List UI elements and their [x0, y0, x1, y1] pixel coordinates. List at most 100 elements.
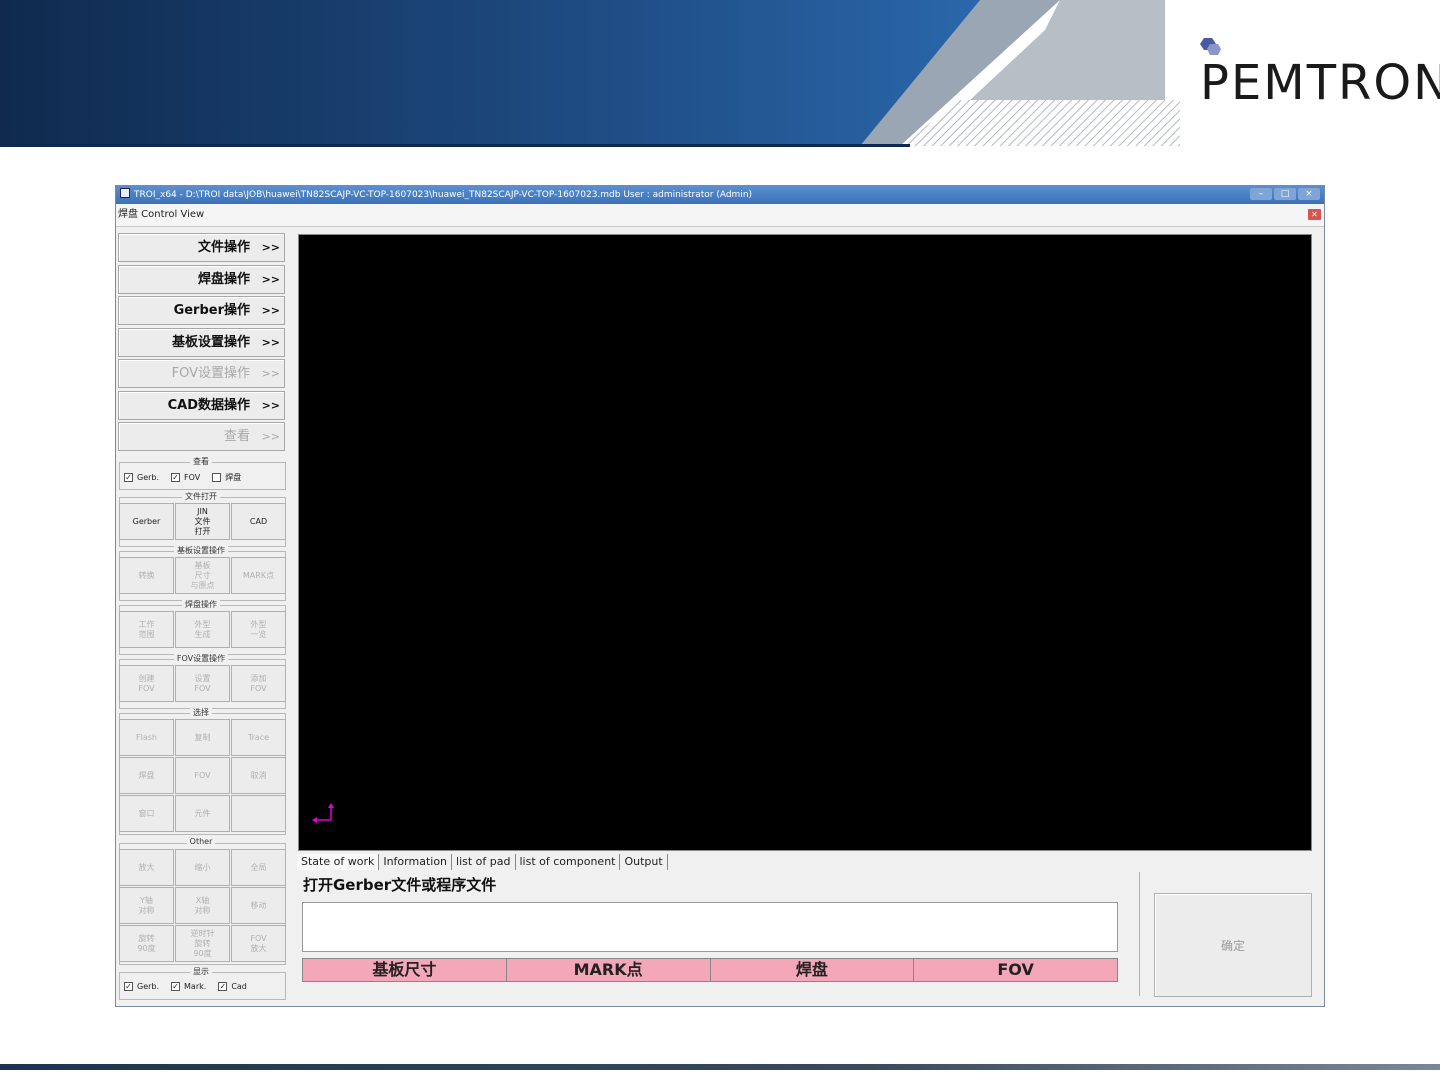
set-fov-button[interactable]: 设置 FOV	[175, 665, 230, 702]
mirror-x-button[interactable]: X轴 对称	[175, 887, 230, 924]
zoom-out-button[interactable]: 缩小	[175, 849, 230, 886]
open-jin-file-button[interactable]: JIN 文件 打开	[175, 503, 230, 540]
select-component-button[interactable]: 元件	[175, 795, 230, 832]
fit-all-button[interactable]: 全局	[231, 849, 286, 886]
button-label: 基板设置操作	[171, 335, 250, 350]
board-size-origin-button[interactable]: 基板 尺寸 与原点	[175, 557, 230, 594]
create-fov-button[interactable]: 创建 FOV	[119, 665, 174, 702]
pad-ops-group-title: 焊盘操作	[116, 599, 286, 610]
expand-arrow-icon: >>	[261, 241, 280, 254]
checkbox-checked-icon: ✓	[218, 982, 228, 991]
window-controls: – □ ×	[1250, 188, 1320, 200]
button-label: 查看	[223, 429, 250, 444]
checkbox-checked-icon: ✓	[171, 982, 181, 991]
status-message: 打开Gerber文件或程序文件	[303, 876, 497, 894]
pad-ops-button[interactable]: 焊盘操作 >>	[118, 265, 285, 294]
mark-point-cell: MARK点	[506, 959, 711, 981]
board-size-cell: 基板尺寸	[303, 959, 507, 981]
button-label: 焊盘操作	[197, 272, 250, 287]
select-trace-button[interactable]: Trace	[231, 719, 286, 756]
display-checkboxes: ✓ Gerb. ✓ Mark. ✓ Cad	[124, 982, 259, 991]
select-pad-button[interactable]: 焊盘	[119, 757, 174, 794]
tab-output[interactable]: Output	[620, 854, 668, 870]
pad-checkbox[interactable]: 焊盘	[212, 472, 241, 483]
display-group-title: 显示	[116, 966, 286, 977]
minimize-icon[interactable]: –	[1250, 188, 1272, 200]
window-title: TROI_x64 - D:\TROI data\JOB\huawei\TN82S…	[134, 190, 753, 200]
divider	[1139, 872, 1140, 996]
board-setup-group-title: 基板设置操作	[116, 545, 286, 556]
button-label: 文件操作	[197, 240, 250, 255]
control-view-label: 焊盘 Control View	[118, 209, 205, 220]
expand-arrow-icon: >>	[261, 430, 280, 443]
view-group-title: 查看	[116, 456, 286, 467]
tab-list-of-pad[interactable]: list of pad	[452, 854, 516, 870]
gerber-canvas[interactable]	[298, 234, 1312, 851]
checkbox-checked-icon: ✓	[124, 982, 133, 991]
view-checkboxes: ✓ Gerb. ✓ FOV 焊盘	[124, 472, 253, 483]
convert-button[interactable]: 转换	[119, 557, 174, 594]
fov-setup-button[interactable]: FOV设置操作 >>	[118, 359, 285, 388]
pad-cell: 焊盘	[710, 959, 915, 981]
other-group-title: Other	[116, 837, 286, 846]
expand-arrow-icon: >>	[261, 304, 280, 317]
fov-cell: FOV	[914, 959, 1117, 981]
bottom-rule	[0, 1064, 1440, 1070]
fov-checkbox[interactable]: ✓ FOV	[171, 473, 200, 482]
mirror-y-button[interactable]: Y轴 对称	[119, 887, 174, 924]
open-gerber-button[interactable]: Gerber	[119, 503, 174, 540]
select-window-button[interactable]: 窗口	[119, 795, 174, 832]
expand-arrow-icon: >>	[261, 336, 280, 349]
select-cancel-button[interactable]: 取消	[231, 757, 286, 794]
tab-list-of-component[interactable]: list of component	[516, 854, 621, 870]
gerb-checkbox[interactable]: ✓ Gerb.	[124, 473, 159, 482]
tab-state-of-work[interactable]: State of work	[297, 854, 380, 870]
checkbox-unchecked-icon	[212, 473, 222, 482]
move-button[interactable]: 移动	[231, 887, 286, 924]
pemtron-logo: PEMTRON	[1200, 55, 1440, 111]
info-tabs: State of work Information list of pad li…	[297, 854, 668, 870]
rotate-ccw-90-button[interactable]: 逆时针 旋转 90度	[175, 925, 230, 962]
close-icon[interactable]: ✕	[1308, 209, 1321, 220]
shape-generate-button[interactable]: 外型 生成	[175, 611, 230, 648]
rotate-90-button[interactable]: 旋转 90度	[119, 925, 174, 962]
display-cad-checkbox[interactable]: ✓ Cad	[218, 982, 247, 991]
select-empty-button[interactable]	[231, 795, 286, 832]
display-mark-checkbox[interactable]: ✓ Mark.	[171, 982, 206, 991]
button-label: CAD数据操作	[167, 398, 250, 413]
file-open-group-title: 文件打开	[116, 491, 286, 502]
view-button[interactable]: 查看 >>	[118, 422, 285, 451]
select-flash-button[interactable]: Flash	[119, 719, 174, 756]
select-fov-button[interactable]: FOV	[175, 757, 230, 794]
zoom-in-button[interactable]: 放大	[119, 849, 174, 886]
select-copy-button[interactable]: 复制	[175, 719, 230, 756]
app-icon	[120, 188, 130, 198]
expand-arrow-icon: >>	[261, 273, 280, 286]
display-gerb-checkbox[interactable]: ✓ Gerb.	[124, 982, 159, 991]
board-setup-button[interactable]: 基板设置操作 >>	[118, 328, 285, 357]
title-bar: TROI_x64 - D:\TROI data\JOB\huawei\TN82S…	[116, 186, 1324, 204]
app-window: TROI_x64 - D:\TROI data\JOB\huawei\TN82S…	[115, 185, 1325, 1007]
checkbox-checked-icon: ✓	[124, 473, 133, 482]
work-range-button[interactable]: 工作 范围	[119, 611, 174, 648]
add-fov-button[interactable]: 添加 FOV	[231, 665, 286, 702]
tab-information[interactable]: Information	[379, 854, 453, 870]
mark-point-button[interactable]: MARK点	[231, 557, 286, 594]
output-textbox[interactable]	[302, 902, 1118, 952]
fov-setup-group-title: FOV设置操作	[116, 653, 286, 664]
menu-bar: 焊盘 Control View ✕	[116, 204, 1324, 227]
checkbox-checked-icon: ✓	[171, 473, 181, 482]
origin-axis-icon	[312, 803, 334, 823]
open-cad-button[interactable]: CAD	[231, 503, 286, 540]
confirm-button[interactable]: 确定	[1154, 893, 1312, 997]
expand-arrow-icon: >>	[261, 399, 280, 412]
button-label: FOV设置操作	[171, 366, 250, 381]
maximize-icon[interactable]: □	[1274, 188, 1296, 200]
status-cells: 基板尺寸 MARK点 焊盘 FOV	[302, 958, 1118, 982]
cad-data-button[interactable]: CAD数据操作 >>	[118, 391, 285, 420]
file-ops-button[interactable]: 文件操作 >>	[118, 233, 285, 262]
close-window-icon[interactable]: ×	[1298, 188, 1320, 200]
fov-zoom-button[interactable]: FOV 放大	[231, 925, 286, 962]
shape-list-button[interactable]: 外型 一览	[231, 611, 286, 648]
gerber-ops-button[interactable]: Gerber操作 >>	[118, 296, 285, 325]
